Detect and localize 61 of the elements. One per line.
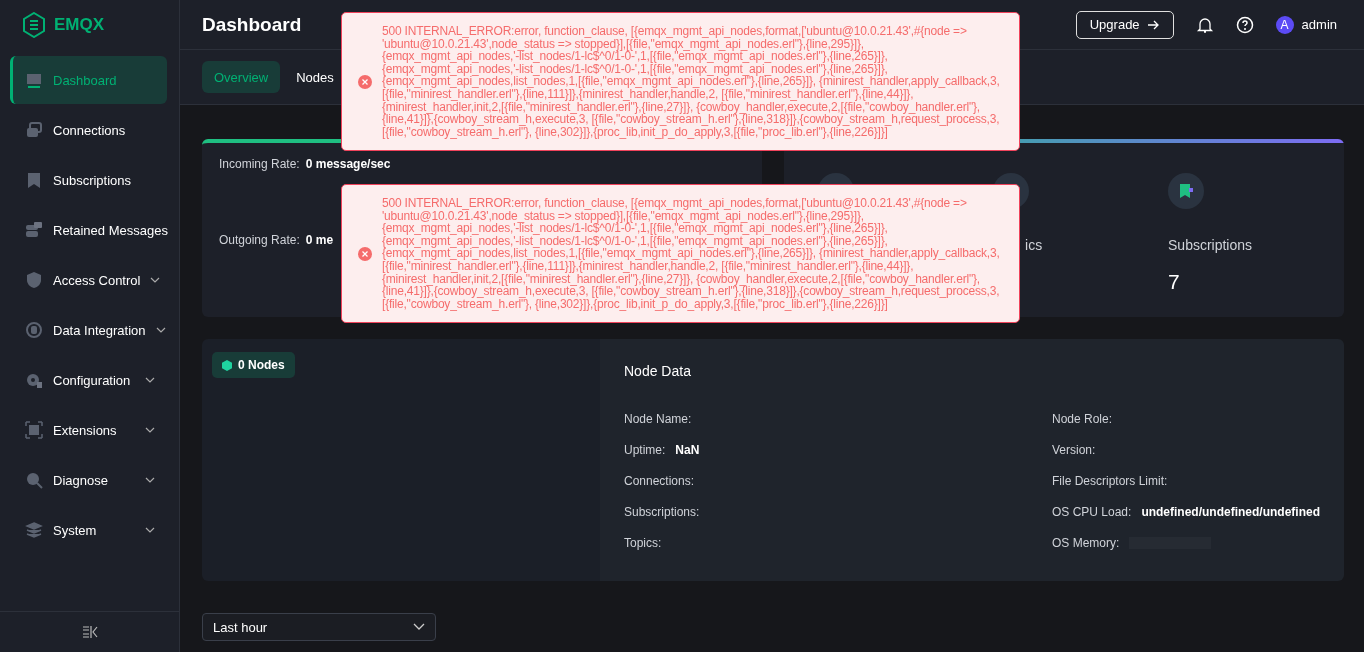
bookmark-icon (25, 171, 43, 189)
database-icon (25, 221, 43, 239)
help-icon[interactable] (1235, 15, 1254, 34)
stat-value: 7 (1168, 270, 1181, 294)
tab[interactable]: Overview (202, 61, 281, 93)
chevron-icon[interactable] (145, 375, 155, 385)
field-value: NaN (675, 443, 700, 457)
field-label: Node Role: (1052, 412, 1113, 426)
error-icon (358, 74, 372, 89)
chevron-icon[interactable] (145, 425, 155, 435)
field-label: Connections: (624, 474, 695, 488)
error-message: 500 INTERNAL_ERROR:error, function_clause, [{emqx_mgmt_api_nodes,format,['ubuntu@10.0.21.43',#{node => 'ubuntu@10.0.21.43',node_status => stopped}],[{file,"emqx_mgmt_api_nodes.erl"},{line,295}]}, {emqx_mgmt_api_nodes,'-list_nodes/1-lc$^0/1-0-',1,[{file,"emqx_mgmt_api_nodes.erl"},{line,265}]}, {emqx_mgmt_api_nodes,'-list_nodes/1-lc$^0/1-0-',1,[{file,"emqx_mgmt_api_nodes.erl"},{line,265}]}, {emqx_mgmt_api_nodes,list_nodes,1,[{file,"emqx_mgmt_api_nodes.erl"},{line,265}]}, {minirest_handler,apply_callback,3,[{file,"minirest_handler.erl"},{line,111}]},{minirest_handler,handle,2, [{file,"minirest_handler.erl"},{line,44}]},{minirest_handler,init,2,[{file,"minirest_handler.erl"},{line,27}]}, {cowboy_handler,execute,2,[{file,"cowboy_handler.erl"},{line,41}]},{cowboy_stream_h,execute,3, [{file,"cowboy_stream_h.erl"},{line,318}]},{cowboy_stream_h,request_process,3,[{file,"cowboy_stream_h.erl"}, {line,302}]},{proc_lib,init_p_do_apply,3,[{file,"proc_lib.erl"},{line,226}]}] (382, 25, 1001, 139)
windows-icon (25, 121, 43, 139)
field-label: Node Name: (624, 412, 692, 426)
page-title: Dashboard (202, 13, 302, 36)
chevron-icon (413, 623, 425, 631)
gear-icon (25, 371, 43, 389)
stat-label: Subscriptions (1168, 237, 1254, 254)
logo-icon (22, 12, 46, 38)
sidebar-item[interactable]: Dashboard (10, 56, 167, 104)
magnifier-icon (25, 471, 43, 489)
user-avatar[interactable]: A (1275, 15, 1294, 34)
panel-title: Node Data (624, 363, 692, 379)
nodes-badge: 0 Nodes (212, 352, 295, 378)
arrow-icon (1147, 19, 1160, 30)
sidebar-item[interactable]: Subscriptions (10, 156, 167, 204)
rate-text: Outgoing Rate: 0 me (219, 233, 334, 247)
stat-icon (1168, 173, 1204, 209)
puzzle-icon (25, 421, 43, 439)
field-label: Topics: (624, 536, 662, 550)
sidebar-item[interactable]: Retained Messages (10, 206, 167, 254)
field-label: Uptime: (624, 443, 666, 457)
rate-text: Incoming Rate: 0 message/sec (219, 157, 391, 171)
collapse-icon[interactable] (81, 626, 98, 638)
sidebar-item[interactable]: Connections (10, 106, 167, 154)
chevron-icon[interactable] (150, 275, 161, 285)
sidebar-item[interactable]: Extensions (10, 406, 167, 454)
sidebar-item[interactable]: Access Control (10, 256, 167, 304)
sidebar-item[interactable]: Data Integration (10, 306, 167, 354)
sidebar-item[interactable]: Diagnose (10, 456, 167, 504)
time-range-select[interactable]: Last hour (202, 613, 436, 641)
chevron-icon[interactable] (145, 475, 155, 485)
layers-icon (25, 521, 43, 539)
field-value: undefined/undefined/undefined (1141, 505, 1321, 519)
sidebar-item[interactable]: System (10, 506, 167, 554)
field-label: OS Memory: (1052, 536, 1120, 550)
error-icon (358, 246, 372, 261)
chevron-icon[interactable] (155, 325, 166, 335)
field-label: OS CPU Load: (1052, 505, 1132, 519)
field-label: File Descriptors Limit: (1052, 474, 1168, 488)
tab[interactable]: Nodes (284, 61, 346, 93)
user-name[interactable]: admin (1301, 17, 1338, 32)
logo-text: EMQX (54, 15, 105, 35)
sidebar-item[interactable]: Configuration (10, 356, 167, 404)
error-message: 500 INTERNAL_ERROR:error, function_clause, [{emqx_mgmt_api_nodes,format,['ubuntu@10.0.21.43',#{node => 'ubuntu@10.0.21.43',node_status => stopped}],[{file,"emqx_mgmt_api_nodes.erl"},{line,295}]}, {emqx_mgmt_api_nodes,'-list_nodes/1-lc$^0/1-0-',1,[{file,"emqx_mgmt_api_nodes.erl"},{line,265}]}, {emqx_mgmt_api_nodes,'-list_nodes/1-lc$^0/1-0-',1,[{file,"emqx_mgmt_api_nodes.erl"},{line,265}]}, {emqx_mgmt_api_nodes,list_nodes,1,[{file,"emqx_mgmt_api_nodes.erl"},{line,265}]}, {minirest_handler,apply_callback,3,[{file,"minirest_handler.erl"},{line,111}]},{minirest_handler,handle,2, [{file,"minirest_handler.erl"},{line,44}]},{minirest_handler,init,2,[{file,"minirest_handler.erl"},{line,27}]}, {cowboy_handler,execute,2,[{file,"cowboy_handler.erl"},{line,41}]},{cowboy_stream_h,execute,3, [{file,"cowboy_stream_h.erl"},{line,318}]},{cowboy_stream_h,request_process,3,[{file,"cowboy_stream_h.erl"}, {line,302}]},{proc_lib,init_p_do_apply,3,[{file,"proc_lib.erl"},{line,226}]}] (382, 197, 1001, 311)
field-label: Version: (1052, 443, 1096, 457)
chevron-icon[interactable] (145, 525, 155, 535)
upgrade-button[interactable]: Upgrade (1075, 10, 1174, 39)
shield-icon (25, 271, 43, 289)
field-label: Subscriptions: (624, 505, 700, 519)
bell-icon[interactable] (1195, 15, 1214, 34)
